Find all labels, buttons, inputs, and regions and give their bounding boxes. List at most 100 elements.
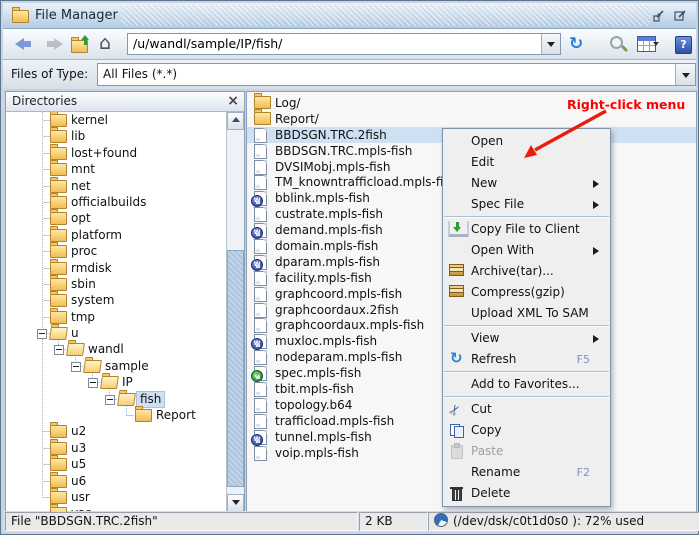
up-one-level-button[interactable] [71, 34, 93, 54]
menu-item-delete[interactable]: Delete [443, 483, 610, 504]
restore-icon[interactable] [651, 7, 668, 24]
menu-item-upload-xml-to-sam[interactable]: Upload XML To SAM [443, 303, 610, 324]
menu-item-copy[interactable]: Copy [443, 420, 610, 441]
scroll-down-button[interactable] [227, 494, 244, 512]
expand-toggle-icon[interactable] [88, 378, 98, 388]
tree-item-label: sbin [68, 277, 99, 292]
doc-icon [254, 414, 267, 429]
maximize-icon[interactable] [672, 7, 689, 24]
files-of-type-dropdown-button[interactable] [675, 64, 695, 85]
menu-item-refresh[interactable]: RefreshF5 [443, 349, 610, 370]
folder-icon [50, 147, 67, 160]
expand-toggle-icon[interactable] [37, 329, 47, 339]
scroll-up-button[interactable] [227, 112, 244, 130]
doc-icon [254, 303, 267, 318]
tree-item-u3[interactable]: u3 [6, 440, 227, 456]
scrollbar-thumb[interactable] [227, 250, 244, 487]
file-name: trafficload.mpls-fish [275, 414, 394, 428]
tree-item-label: u2 [68, 424, 89, 439]
chevron-down-icon [653, 42, 659, 49]
tree-item-label: lib [68, 129, 88, 144]
menu-item-open-with[interactable]: Open With [443, 240, 610, 261]
file-row[interactable]: Report/ [247, 111, 696, 127]
menu-item-copy-file-to-client[interactable]: Copy File to Client [443, 219, 610, 240]
folder-icon [50, 196, 67, 209]
files-of-type-combobox[interactable]: All Files (*.*) [97, 63, 696, 86]
doc-icon [254, 144, 267, 159]
tree-item-tmp[interactable]: tmp [6, 309, 227, 325]
home-button[interactable]: ⌂ [99, 34, 121, 54]
tree-item-label: mnt [68, 162, 98, 177]
refresh-button[interactable]: ↻ [569, 34, 591, 54]
tree-item-label: tmp [68, 310, 98, 325]
tree-item-officialbuilds[interactable]: officialbuilds [6, 194, 227, 210]
expand-toggle-icon[interactable] [105, 395, 115, 405]
tree-item-lib[interactable]: lib [6, 128, 227, 144]
tree-item-lost+found[interactable]: lost+found [6, 145, 227, 161]
address-combobox[interactable]: /u/wandl/sample/IP/fish/ [127, 33, 561, 55]
disk-usage-pie-icon [434, 513, 448, 527]
menu-item-compress-gzip[interactable]: Compress(gzip) [443, 282, 610, 303]
menu-item-edit[interactable]: Edit [443, 152, 610, 173]
menu-item-add-to-favorites[interactable]: Add to Favorites... [443, 374, 610, 395]
tree-item-usr[interactable]: usr [6, 489, 227, 505]
file-name: custrate.mpls-fish [275, 207, 383, 221]
tree-item-opt[interactable]: opt [6, 210, 227, 226]
folder-icon [135, 409, 152, 422]
tree-item-system[interactable]: system [6, 292, 227, 308]
tree-item-rmdisk[interactable]: rmdisk [6, 260, 227, 276]
menu-item-label: Spec File [471, 197, 524, 211]
menu-item-label: Compress(gzip) [471, 285, 565, 299]
file-name: graphcoord.mpls-fish [275, 287, 402, 301]
tree-item-mnt[interactable]: mnt [6, 161, 227, 177]
menu-shortcut: F2 [577, 462, 590, 483]
forward-button[interactable] [43, 34, 65, 54]
menu-item-cut[interactable]: Cut [443, 399, 610, 420]
menu-item-archive-tar[interactable]: Archive(tar)... [443, 261, 610, 282]
copy-icon [448, 422, 465, 438]
view-options-button[interactable] [636, 34, 658, 54]
tree-item-sample[interactable]: sample [6, 358, 227, 374]
menu-item-spec-file[interactable]: Spec File [443, 194, 610, 215]
back-button[interactable] [13, 34, 35, 54]
address-value: /u/wandl/sample/IP/fish/ [133, 36, 282, 51]
tree-item-proc[interactable]: proc [6, 243, 227, 259]
menu-separator [444, 396, 609, 398]
tree-scrollbar[interactable] [226, 112, 244, 512]
expand-toggle-icon[interactable] [71, 362, 81, 372]
tree-item-label: proc [68, 244, 100, 259]
tree-item-u2[interactable]: u2 [6, 423, 227, 439]
tree-item-wandl[interactable]: wandl [6, 341, 227, 357]
menu-item-label: Add to Favorites... [471, 377, 580, 391]
doc-icon [254, 271, 267, 286]
tree-item-net[interactable]: net [6, 178, 227, 194]
search-button[interactable] [607, 34, 629, 54]
tree-item-platform[interactable]: platform [6, 227, 227, 243]
help-button[interactable]: ? [673, 34, 695, 54]
tree-item-u[interactable]: u [6, 325, 227, 341]
tree-item-IP[interactable]: IP [6, 374, 227, 390]
package-icon [449, 285, 464, 297]
folder-icon [100, 376, 119, 389]
tree-item-u5[interactable]: u5 [6, 456, 227, 472]
doc-icon [254, 446, 267, 461]
file-name: Log/ [275, 96, 300, 110]
expand-toggle-icon[interactable] [54, 345, 64, 355]
tree-item-u6[interactable]: u6 [6, 473, 227, 489]
menu-separator [444, 325, 609, 327]
menu-item-open[interactable]: Open [443, 131, 610, 152]
tree-item-label: kernel [68, 113, 111, 128]
address-dropdown-button[interactable] [541, 34, 560, 54]
submenu-arrow-icon [593, 335, 603, 343]
menu-item-view[interactable]: View [443, 328, 610, 349]
menu-item-rename[interactable]: RenameF2 [443, 462, 610, 483]
doc-icon [254, 128, 267, 143]
file-name: graphcoordaux.mpls-fish [275, 318, 424, 332]
directories-title: Directories [12, 94, 77, 108]
tree-item-fish[interactable]: fish [6, 391, 227, 407]
tree-item-kernel[interactable]: kernel [6, 112, 227, 128]
close-icon[interactable]: × [227, 92, 239, 111]
tree-item-sbin[interactable]: sbin [6, 276, 227, 292]
menu-item-new[interactable]: New [443, 173, 610, 194]
tree-item-Report[interactable]: Report [6, 407, 227, 423]
